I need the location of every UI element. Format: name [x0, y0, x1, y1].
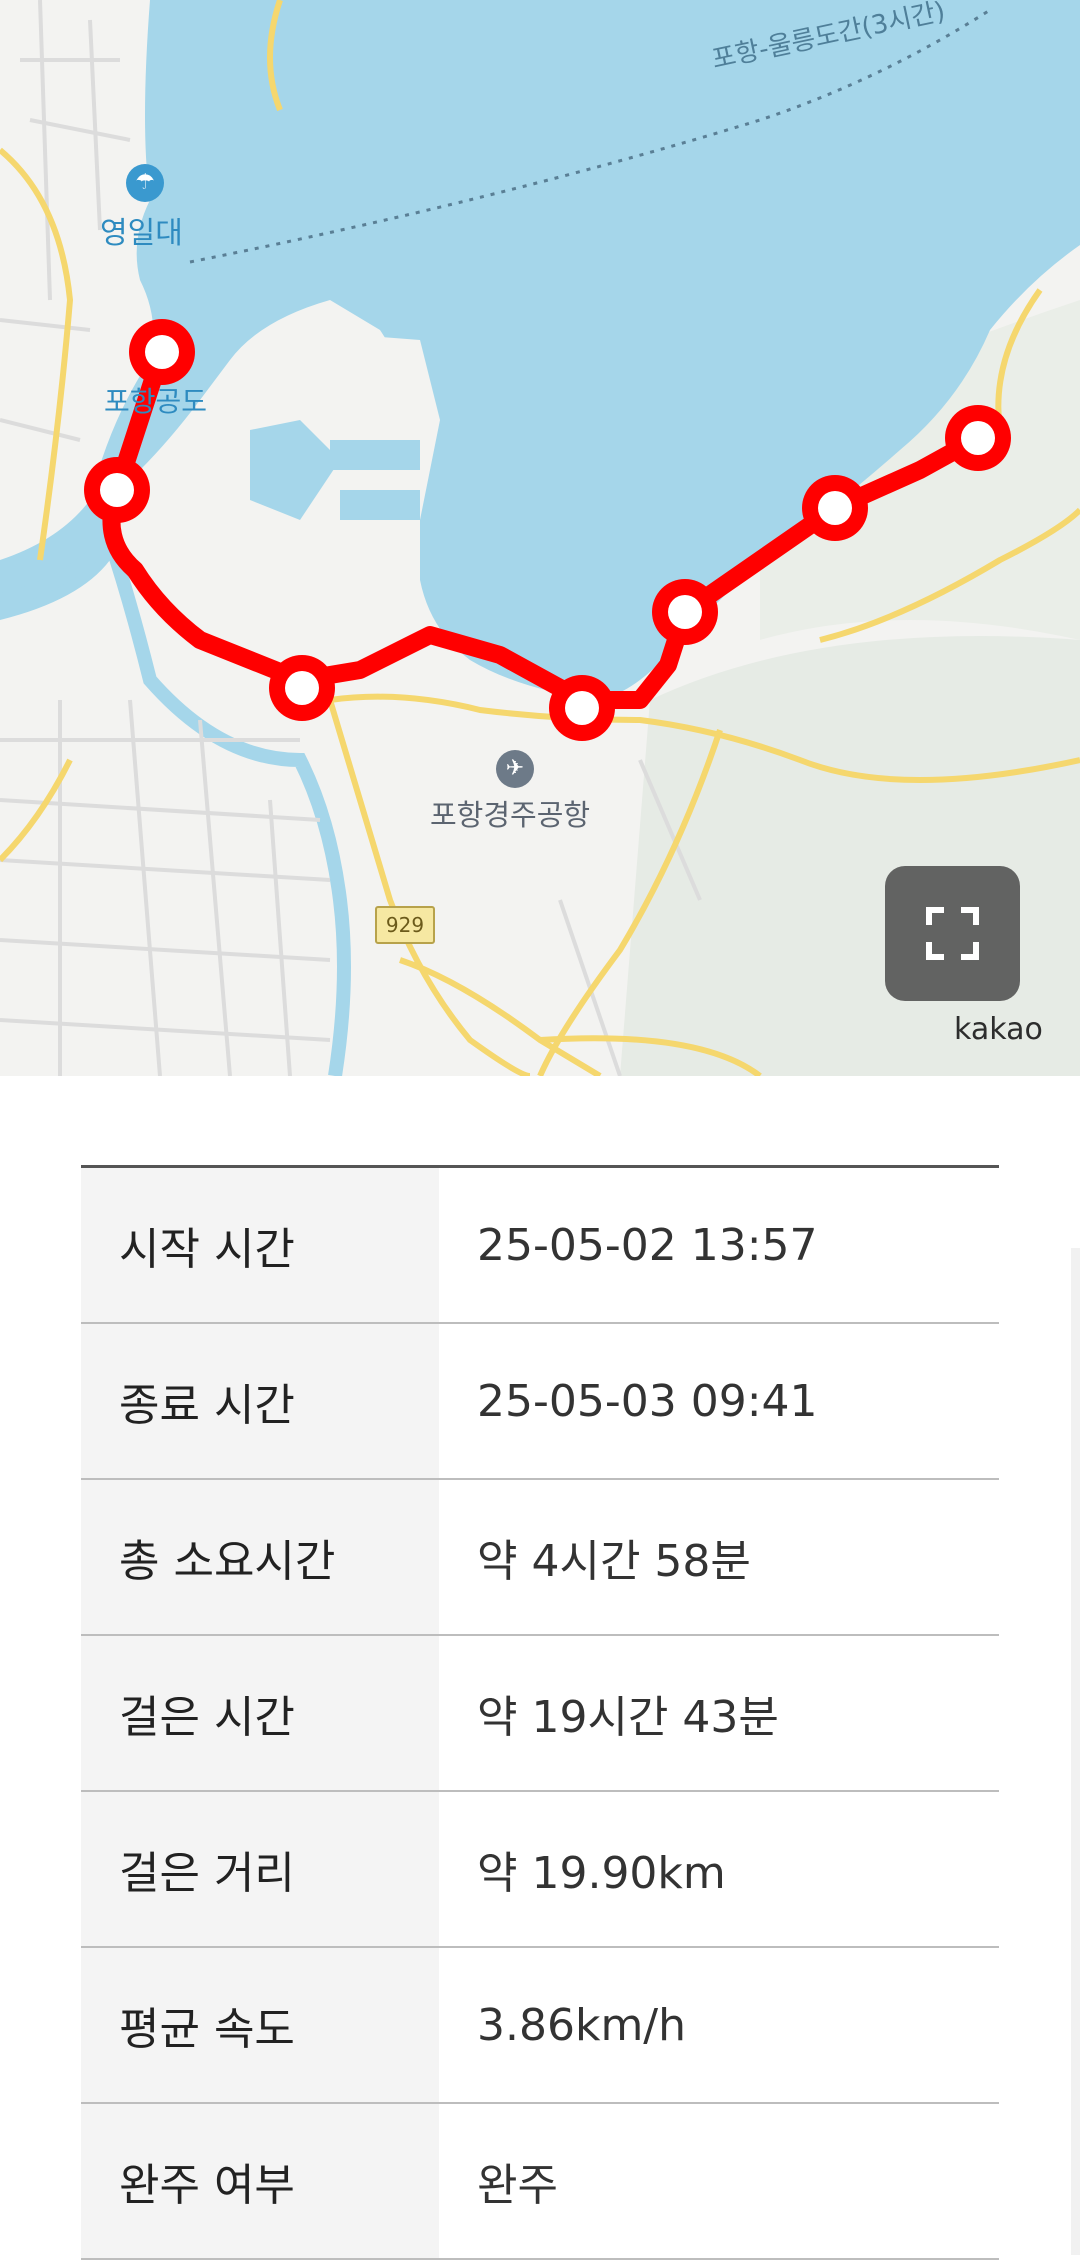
row-label: 평균 속도 [81, 1948, 439, 2102]
walk-info-table: 시작 시간 25-05-02 13:57 종료 시간 25-05-03 09:4… [81, 1165, 999, 2260]
row-label: 종료 시간 [81, 1324, 439, 1478]
table-row: 시작 시간 25-05-02 13:57 [81, 1168, 999, 1324]
yeongildae-label: 영일대 [100, 216, 183, 251]
row-value: 약 19시간 43분 [477, 1692, 779, 1743]
row-label: 걸은 거리 [81, 1792, 439, 1946]
table-row: 완주 여부 완주 [81, 2104, 999, 2260]
row-value: 약 19.90km [477, 1848, 726, 1899]
table-row: 걸은 시간 약 19시간 43분 [81, 1636, 999, 1792]
scroll-edge [1071, 1248, 1080, 2255]
row-label: 시작 시간 [81, 1168, 439, 1322]
row-label: 완주 여부 [81, 2104, 439, 2258]
airplane-icon: ✈ [496, 750, 534, 788]
row-value: 25-05-03 09:41 [477, 1375, 818, 1427]
row-label: 걸은 시간 [81, 1636, 439, 1790]
airport-label: 포항경주공항 [430, 798, 591, 832]
table-row: 종료 시간 25-05-03 09:41 [81, 1324, 999, 1480]
map-provider-logo: kakao [954, 1012, 1043, 1047]
beach-umbrella-icon: ☂ [126, 164, 164, 202]
fullscreen-expand-icon [926, 907, 979, 960]
table-row: 평균 속도 3.86km/h [81, 1948, 999, 2104]
route-map[interactable]: ☂ 영일대 포항공도 포항-울릉도간(3시간) ✈ 포항경주공항 929 kak… [0, 0, 1080, 1076]
row-value: 약 4시간 58분 [477, 1536, 751, 1587]
row-label: 총 소요시간 [81, 1480, 439, 1634]
row-value: 25-05-02 13:57 [477, 1219, 818, 1271]
row-value: 3.86km/h [477, 1999, 687, 2051]
table-row: 총 소요시간 약 4시간 58분 [81, 1480, 999, 1636]
row-value: 완주 [477, 2160, 558, 2211]
port-label: 포항공도 [104, 385, 208, 418]
table-row: 걸은 거리 약 19.90km [81, 1792, 999, 1948]
route-number-shield: 929 [375, 906, 435, 944]
fullscreen-button[interactable] [885, 866, 1020, 1001]
